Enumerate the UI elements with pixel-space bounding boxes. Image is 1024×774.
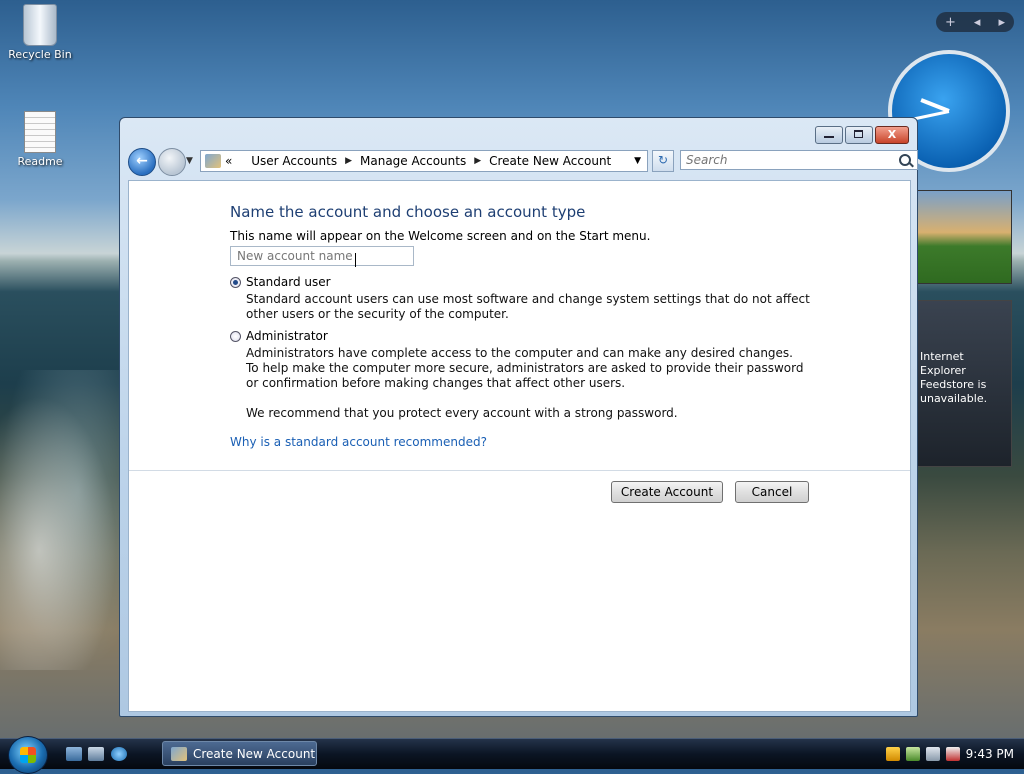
page-title: Name the account and choose an account t… bbox=[230, 203, 586, 221]
internet-explorer-icon[interactable] bbox=[111, 747, 127, 761]
add-gadget-button[interactable]: + bbox=[945, 15, 956, 30]
account-name-input[interactable] bbox=[230, 246, 414, 266]
search-input[interactable] bbox=[681, 151, 886, 169]
minimize-button[interactable] bbox=[815, 126, 843, 144]
search-icon[interactable] bbox=[899, 154, 911, 166]
cancel-button[interactable]: Cancel bbox=[735, 481, 809, 503]
chevron-right-icon[interactable]: ▶ bbox=[345, 156, 352, 166]
search-box[interactable] bbox=[680, 150, 918, 170]
desktop-icon-recycle-bin[interactable]: Recycle Bin bbox=[0, 4, 80, 61]
taskbar-window-button[interactable]: Create New Account bbox=[162, 741, 317, 766]
address-dropdown-icon[interactable]: ▼ bbox=[634, 156, 641, 166]
refresh-button[interactable]: ↻ bbox=[652, 150, 674, 172]
desktop-icon-label: Readme bbox=[17, 155, 63, 168]
standard-account-help-link[interactable]: Why is a standard account recommended? bbox=[230, 435, 487, 449]
administrator-radio[interactable] bbox=[230, 331, 241, 342]
security-shield-icon[interactable] bbox=[885, 747, 900, 761]
network-icon[interactable] bbox=[925, 747, 940, 761]
switch-windows-icon[interactable] bbox=[88, 747, 104, 761]
close-button[interactable]: X bbox=[875, 126, 909, 144]
previous-gadget-button[interactable]: ◂ bbox=[974, 15, 981, 30]
create-account-window: X ← ▼ « User Accounts ▶ Manage Accounts … bbox=[119, 117, 918, 717]
breadcrumb-user-accounts[interactable]: User Accounts bbox=[251, 154, 337, 168]
desktop-icon-readme[interactable]: Readme bbox=[0, 111, 80, 168]
content-pane: Name the account and choose an account t… bbox=[128, 180, 911, 712]
taskbar: Create New Account 9:43 PM bbox=[0, 736, 1024, 774]
chevron-right-icon[interactable]: ▶ bbox=[474, 156, 481, 166]
user-accounts-icon bbox=[205, 154, 221, 168]
slideshow-gadget[interactable] bbox=[917, 190, 1012, 284]
maximize-button[interactable] bbox=[845, 126, 873, 144]
system-tray: 9:43 PM bbox=[869, 739, 1024, 769]
create-account-button[interactable]: Create Account bbox=[611, 481, 723, 503]
volume-muted-icon[interactable] bbox=[945, 747, 960, 761]
button-divider bbox=[129, 470, 910, 471]
desktop-wallpaper-surf bbox=[0, 370, 130, 670]
name-instructions: This name will appear on the Welcome scr… bbox=[230, 229, 651, 243]
password-recommendation: We recommend that you protect every acco… bbox=[246, 406, 678, 420]
standard-user-description: Standard account users can use most soft… bbox=[246, 292, 810, 321]
maximize-icon bbox=[854, 130, 863, 138]
feed-unavailable-message: Internet Explorer Feedstore is unavailab… bbox=[920, 350, 988, 405]
show-desktop-icon[interactable] bbox=[66, 747, 82, 761]
minimize-icon bbox=[824, 136, 834, 138]
administrator-label[interactable]: Administrator bbox=[246, 329, 328, 343]
text-document-icon bbox=[24, 111, 56, 153]
window-controls: X bbox=[815, 126, 909, 144]
forward-button[interactable] bbox=[158, 148, 186, 176]
administrator-description: Administrators have complete access to t… bbox=[246, 346, 804, 390]
windows-defender-icon[interactable] bbox=[905, 747, 920, 761]
breadcrumb-overflow[interactable]: « bbox=[225, 154, 232, 168]
breadcrumb-manage-accounts[interactable]: Manage Accounts bbox=[360, 154, 466, 168]
recycle-bin-icon bbox=[23, 4, 57, 46]
taskbar-window-label: Create New Account bbox=[193, 746, 316, 761]
refresh-icon: ↻ bbox=[657, 153, 669, 167]
sidebar-gadget-toolbar: + ◂ ▸ bbox=[936, 12, 1014, 32]
text-cursor bbox=[355, 253, 356, 267]
recent-pages-dropdown[interactable]: ▼ bbox=[186, 156, 193, 166]
breadcrumb-create-new-account[interactable]: Create New Account bbox=[489, 154, 611, 168]
start-button[interactable] bbox=[8, 736, 48, 774]
taskbar-clock[interactable]: 9:43 PM bbox=[966, 747, 1014, 761]
chevron-right-icon bbox=[240, 156, 243, 166]
desktop-icon-label: Recycle Bin bbox=[8, 48, 72, 61]
standard-user-label[interactable]: Standard user bbox=[246, 275, 331, 289]
standard-user-radio[interactable] bbox=[230, 277, 241, 288]
navigation-bar: ← ▼ « User Accounts ▶ Manage Accounts ▶ … bbox=[128, 148, 918, 176]
user-accounts-icon bbox=[171, 746, 187, 761]
feed-headlines-gadget[interactable]: Internet Explorer Feedstore is unavailab… bbox=[917, 300, 1012, 467]
back-button[interactable]: ← bbox=[128, 148, 156, 176]
next-gadget-button[interactable]: ▸ bbox=[998, 15, 1005, 30]
back-arrow-icon: ← bbox=[136, 153, 148, 169]
address-bar[interactable]: « User Accounts ▶ Manage Accounts ▶ Crea… bbox=[200, 150, 648, 172]
